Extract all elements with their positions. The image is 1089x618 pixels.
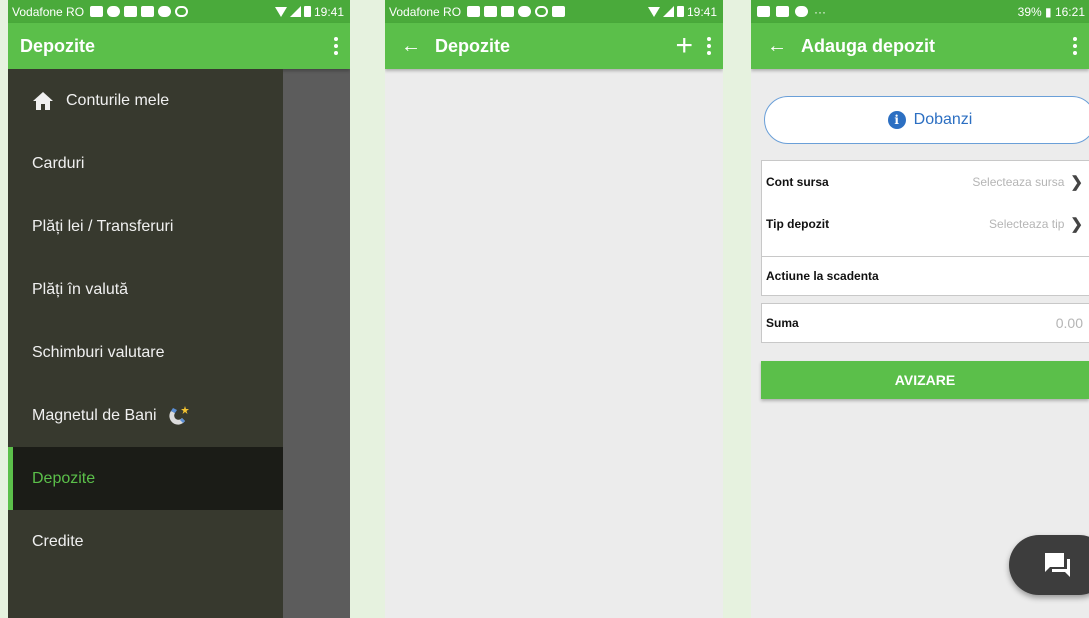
upload-icon: [141, 6, 155, 17]
drawer-item-label: Depozite: [32, 469, 96, 487]
screen-depozite-list: Vodafone RO 19:41 ← Depozite +: [385, 0, 723, 618]
tip-depozit-label: Tip depozit: [766, 217, 830, 231]
battery-icon: [303, 6, 311, 17]
ring-icon: [175, 6, 189, 17]
drawer-item-conturile-mele[interactable]: Conturile mele: [8, 69, 283, 132]
actiune-row[interactable]: Actiune la scadenta: [762, 257, 1089, 295]
drawer-item-magnetul[interactable]: Magnetul de Bani: [8, 384, 283, 447]
drawer-item-label: Conturile mele: [66, 91, 170, 109]
ring-icon: [535, 6, 549, 17]
drawer-item-plati-lei[interactable]: Plăți lei / Transferuri: [8, 195, 283, 258]
status-right: 39% ▮ 16:21: [1017, 4, 1085, 19]
suma-row[interactable]: Suma 0.00: [762, 304, 1089, 342]
actiune-label: Actiune la scadenta: [766, 269, 879, 283]
page-title: Depozite: [20, 35, 96, 56]
clock: 19:41: [313, 4, 344, 19]
wifi-icon: [647, 6, 660, 17]
back-arrow-icon[interactable]: ←: [401, 35, 421, 58]
upload-icon: [501, 6, 515, 17]
image-icon: [484, 6, 498, 17]
app-bar: ← Depozite +: [385, 23, 723, 69]
message-icon: [776, 6, 789, 17]
app-bar: ← Adauga depozit: [751, 23, 1089, 69]
battery-icon: [676, 6, 684, 17]
page-title: Adauga depozit: [801, 35, 935, 56]
notification-icons: [467, 6, 566, 17]
carrier-label: Vodafone RO: [389, 4, 462, 19]
drawer-item-schimburi[interactable]: Schimburi valutare: [8, 321, 283, 384]
wifi-icon: [274, 6, 287, 17]
drawer-item-plati-valuta[interactable]: Plăți în valută: [8, 258, 283, 321]
notification-icons: [90, 6, 189, 17]
drawer-item-label: Credite: [32, 532, 84, 550]
screen-adauga-depozit: ··· 39% ▮ 16:21 ← Adauga depozit i Doban…: [751, 0, 1089, 618]
drawer-item-depozite[interactable]: Depozite: [8, 447, 283, 510]
dobanzi-button[interactable]: i Dobanzi: [764, 96, 1089, 144]
tip-depozit-placeholder: Selecteaza tip: [989, 217, 1065, 231]
chevron-right-icon: ❯: [1070, 216, 1083, 233]
more-notifications: ···: [814, 4, 826, 19]
cont-sursa-label: Cont sursa: [766, 175, 829, 189]
magnet-icon: [168, 405, 189, 425]
suma-label: Suma: [766, 316, 799, 330]
image-icon: [757, 6, 770, 17]
add-icon[interactable]: +: [675, 31, 693, 61]
drawer-item-credite[interactable]: Credite: [8, 510, 283, 573]
status-bar: ··· 39% ▮ 16:21: [751, 0, 1089, 23]
message-icon: [90, 6, 104, 17]
overflow-menu-icon[interactable]: [707, 37, 711, 55]
info-icon: i: [887, 111, 906, 129]
chat-icon: [518, 6, 532, 17]
page-title: Depozite: [435, 35, 511, 56]
clock: 19:41: [686, 4, 717, 19]
chevron-right-icon: ❯: [1070, 174, 1083, 191]
drawer-item-label: Schimburi valutare: [32, 343, 165, 361]
drawer-item-label: Plăți în valută: [32, 280, 129, 298]
cont-sursa-row[interactable]: Cont sursa Selecteaza sursa ❯: [762, 161, 1089, 203]
actiune-card[interactable]: Actiune la scadenta: [761, 256, 1089, 296]
drawer-item-label: Carduri: [32, 154, 85, 172]
navigation-drawer: Conturile mele Carduri Plăți lei / Trans…: [8, 69, 283, 618]
drawer-item-carduri[interactable]: Carduri: [8, 132, 283, 195]
image-icon: [124, 6, 138, 17]
carrier-label: Vodafone RO: [12, 4, 85, 19]
screen-drawer: Vodafone RO 19:41 Depozite Conturile mel…: [8, 0, 350, 618]
message-icon: [467, 6, 481, 17]
suma-input[interactable]: 0.00: [1056, 315, 1089, 331]
suma-card[interactable]: Suma 0.00: [761, 303, 1089, 343]
status-bar: Vodafone RO 19:41: [8, 0, 350, 23]
signal-icon: [289, 6, 301, 17]
messenger-icon: [107, 6, 121, 17]
chat-fab[interactable]: [1009, 535, 1089, 595]
whatsapp-icon: [795, 6, 808, 17]
chat-icon: [1045, 553, 1070, 577]
app-bar: Depozite: [8, 23, 350, 69]
dobanzi-label: Dobanzi: [913, 111, 973, 128]
avizare-button[interactable]: AVIZARE: [761, 361, 1089, 399]
signal-icon: [662, 6, 674, 17]
cont-sursa-placeholder: Selecteaza sursa: [972, 175, 1065, 189]
drawer-item-label: Magnetul de Bani: [32, 406, 157, 424]
drawer-item-label: Plăți lei / Transferuri: [32, 217, 174, 235]
back-arrow-icon[interactable]: ←: [767, 35, 787, 58]
chat-icon: [158, 6, 172, 17]
status-bar: Vodafone RO 19:41: [385, 0, 723, 23]
home-icon: [33, 91, 53, 110]
overflow-menu-icon[interactable]: [334, 37, 338, 55]
overflow-menu-icon[interactable]: [1073, 37, 1077, 55]
linkedin-icon: [552, 6, 566, 17]
tip-depozit-row[interactable]: Tip depozit Selecteaza tip ❯: [762, 203, 1089, 245]
